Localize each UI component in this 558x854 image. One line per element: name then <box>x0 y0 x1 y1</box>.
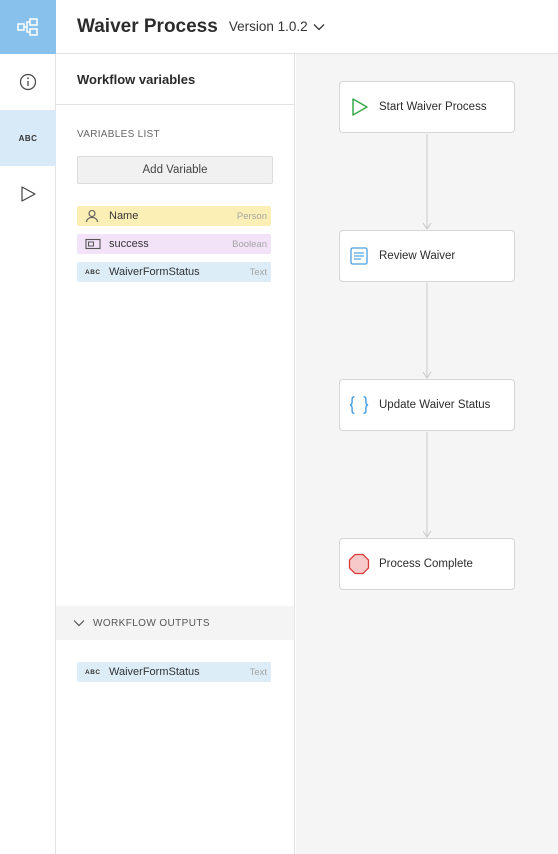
variable-name: success <box>109 238 149 250</box>
variables-panel: Workflow variables VARIABLES LIST Add Va… <box>56 54 295 854</box>
step-review-waiver[interactable]: Review Waiver <box>339 230 515 282</box>
variable-name: Name <box>109 210 139 222</box>
stop-icon <box>348 553 370 575</box>
variable-item-name[interactable]: Name Person <box>77 206 271 226</box>
abc-icon: ABC <box>85 668 101 676</box>
variable-name: WaiverFormStatus <box>109 266 200 278</box>
output-type: Text <box>249 666 267 678</box>
abc-icon: ABC <box>85 268 101 276</box>
panel-title: Workflow variables <box>56 54 294 105</box>
variable-type: Boolean <box>232 238 267 250</box>
page-title: Waiver Process <box>77 15 218 37</box>
step-label: Review Waiver <box>379 250 456 262</box>
output-item-waiverformstatus[interactable]: ABC WaiverFormStatus Text <box>77 662 271 682</box>
step-start-waiver-process[interactable]: Start Waiver Process <box>339 81 515 133</box>
step-update-waiver-status[interactable]: Update Waiver Status <box>339 379 515 431</box>
version-selector[interactable]: Version 1.0.2 <box>229 19 325 34</box>
form-icon <box>348 245 370 267</box>
app-logo[interactable] <box>0 0 56 54</box>
step-process-complete[interactable]: Process Complete <box>339 538 515 590</box>
workflow-connectors <box>422 134 432 538</box>
abc-icon: ABC <box>18 133 38 143</box>
workflow-outputs-toggle[interactable]: WORKFLOW OUTPUTS <box>56 606 294 640</box>
braces-icon <box>348 394 370 416</box>
person-icon <box>85 209 103 223</box>
rail-item-info[interactable] <box>0 54 56 110</box>
left-rail: ABC <box>0 54 56 854</box>
version-label: Version 1.0.2 <box>228 19 308 34</box>
workflow-outputs-label: WORKFLOW OUTPUTS <box>93 617 210 629</box>
chevron-down-icon <box>73 620 85 627</box>
workflow-logo-icon <box>17 18 38 36</box>
output-name: WaiverFormStatus <box>109 666 200 678</box>
rail-item-run[interactable] <box>0 166 56 222</box>
rail-item-variables[interactable]: ABC <box>0 110 56 166</box>
step-label: Start Waiver Process <box>379 101 487 113</box>
add-variable-button[interactable]: Add Variable <box>77 156 273 184</box>
variable-item-success[interactable]: success Boolean <box>77 234 271 254</box>
variables-list-label: VARIABLES LIST <box>77 129 160 140</box>
step-label: Process Complete <box>379 558 473 570</box>
play-icon <box>21 186 36 202</box>
start-play-icon <box>348 96 370 118</box>
header: Waiver Process Version 1.0.2 <box>56 0 558 54</box>
workflow-canvas[interactable]: Start Waiver Process Review Waiver Updat… <box>296 54 558 854</box>
info-icon <box>19 73 37 91</box>
boolean-icon <box>85 238 103 250</box>
variable-item-waiverformstatus[interactable]: ABC WaiverFormStatus Text <box>77 262 271 282</box>
step-label: Update Waiver Status <box>379 399 491 411</box>
chevron-down-icon <box>313 23 325 30</box>
variable-type: Person <box>236 210 267 222</box>
variable-type: Text <box>249 266 267 278</box>
